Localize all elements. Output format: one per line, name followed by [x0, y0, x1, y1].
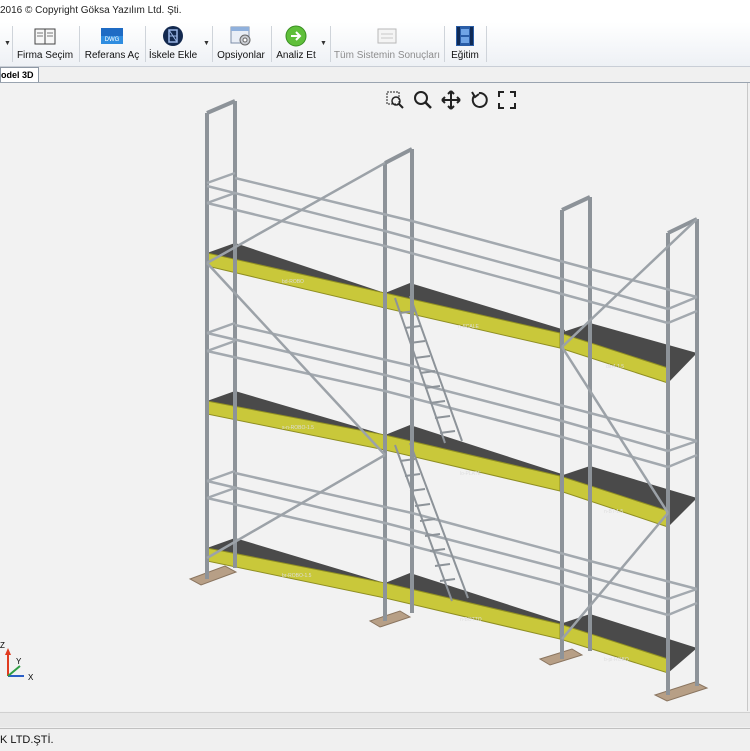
opsiyonlar-button[interactable]: Opsiyonlar: [216, 24, 266, 64]
platforms: [206, 243, 697, 674]
reference-icon: DWG: [100, 25, 124, 47]
tum-sistemin-sonuclari-label: Tüm Sistemin Sonuçları: [333, 50, 441, 61]
viewport-toolbar: [383, 89, 519, 111]
toolbar-separator: [145, 26, 146, 62]
title-bar: 2016 © Copyright Göksa Yazılım Ltd. Şti.: [0, 0, 750, 22]
scaffold-model[interactable]: bd-ROBO n-SCALE din4-1.5 s-n-ROBO-1.5 lo…: [0, 83, 747, 711]
y-axis-icon: [7, 665, 21, 677]
opsiyonlar-label: Opsiyonlar: [217, 50, 265, 61]
referans-ac-button[interactable]: DWG Referans Aç: [83, 24, 141, 64]
toolbar-separator: [271, 26, 272, 62]
status-bar: K LTD.ŞTİ.: [0, 728, 750, 751]
analiz-et-button[interactable]: Analiz Et: [274, 24, 318, 64]
fit-screen-icon[interactable]: [495, 89, 519, 111]
platform-label: lo-PLATE: [460, 471, 482, 477]
tab-model-3d-label: odel 3D: [1, 70, 34, 80]
status-text: K LTD.ŞTİ.: [0, 734, 54, 746]
platform-label: s-n-ROBO-1.5: [282, 425, 314, 431]
rotate-icon[interactable]: [467, 89, 491, 111]
x-axis-label: X: [28, 673, 34, 682]
analiz-et-label: Analiz Et: [276, 50, 316, 61]
toolbar-separator: [12, 26, 13, 62]
options-icon: [229, 25, 253, 47]
platform-label: br-ROBO-1.5: [282, 573, 312, 579]
dwg-badge: DWG: [105, 37, 120, 43]
3d-viewport[interactable]: bd-ROBO n-SCALE din4-1.5 s-n-ROBO-1.5 lo…: [0, 83, 748, 711]
referans-ac-label: Referans Aç: [84, 50, 140, 61]
toolbar-separator: [212, 26, 213, 62]
firma-secim-label: Firma Seçim: [16, 50, 74, 61]
pan-icon[interactable]: [439, 89, 463, 111]
platform-label: n-SCALE: [458, 324, 480, 330]
firma-secim-button[interactable]: Firma Seçim: [16, 24, 74, 64]
platform-label: n-BT-1.5: [604, 509, 623, 515]
chevron-down-icon[interactable]: ▼: [4, 40, 11, 47]
toolbar-separator: [444, 26, 445, 62]
book-icon: [33, 25, 57, 47]
analyze-icon: [284, 25, 308, 47]
platform-label: bd-ROBO: [282, 279, 304, 285]
zoom-icon[interactable]: [411, 89, 435, 111]
platform-label: din4-1.5: [606, 364, 624, 370]
platform-label: n-BOTTO: [460, 617, 482, 623]
chevron-down-icon[interactable]: ▼: [320, 40, 327, 47]
egitim-button[interactable]: Eğitim: [448, 24, 482, 64]
window-title: 2016 © Copyright Göksa Yazılım Ltd. Şti.: [0, 5, 182, 16]
iskele-ekle-button[interactable]: İskele Ekle: [148, 24, 198, 64]
toolbar-separator: [330, 26, 331, 62]
z-axis-label: Z: [0, 641, 5, 650]
film-icon: [453, 25, 477, 47]
iskele-ekle-label: İskele Ekle: [148, 50, 198, 61]
document-tabs: odel 3D: [0, 67, 750, 83]
chevron-down-icon[interactable]: ▼: [203, 40, 210, 47]
toolbar-separator: [486, 26, 487, 62]
platform-label: b-pl-ROBO: [604, 657, 629, 663]
tab-model-3d[interactable]: odel 3D: [0, 67, 39, 82]
guard-rails: [206, 171, 698, 617]
toolbar-separator: [79, 26, 80, 62]
main-toolbar: ▼ Firma Seçim DWG Referans Aç İskele Ekl…: [0, 22, 750, 67]
egitim-label: Eğitim: [451, 50, 479, 61]
scaffold-icon: [161, 25, 185, 47]
zoom-window-icon[interactable]: [383, 89, 407, 111]
y-axis-label: Y: [16, 657, 22, 666]
horizontal-scrollbar[interactable]: [0, 712, 750, 727]
axis-triad: Z Y X: [0, 640, 40, 690]
results-icon: [375, 25, 399, 47]
tum-sistemin-sonuclari-button[interactable]: Tüm Sistemin Sonuçları: [334, 24, 440, 64]
